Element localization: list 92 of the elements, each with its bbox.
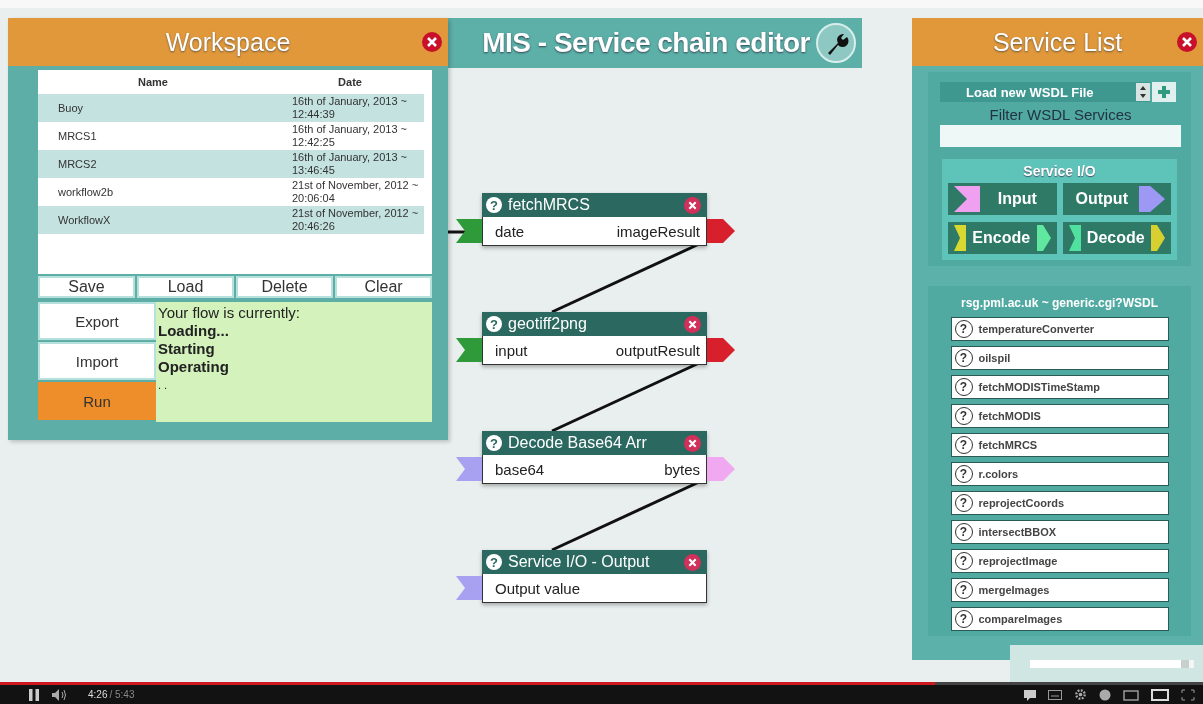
table-row[interactable]: MRCS2 16th of January, 2013 ~ 13:46:45 xyxy=(38,150,424,178)
total-time: / 5:43 xyxy=(109,689,135,700)
node-title: Service I/O - Output xyxy=(508,553,651,571)
input-name: input xyxy=(495,341,528,359)
input-port[interactable] xyxy=(456,457,482,481)
input-name: base64 xyxy=(495,460,545,478)
wrench-icon[interactable] xyxy=(816,23,856,63)
output-port[interactable] xyxy=(707,338,735,362)
workflow-name: MRCS2 xyxy=(57,158,98,170)
status-step: Starting xyxy=(158,340,432,358)
io-button[interactable]: Decode xyxy=(1062,222,1171,254)
help-icon[interactable]: ? xyxy=(486,316,502,332)
panel-title: Service List xyxy=(992,27,1123,57)
column-header: Name xyxy=(137,76,169,88)
service-item[interactable]: ? fetchMODISTimeStamp xyxy=(950,375,1169,399)
node-title: fetchMRCS xyxy=(508,196,591,214)
workflow-date: 16th of January, 2013 ~ 13:46:45 xyxy=(291,151,408,177)
workflow-date: 16th of January, 2013 ~ 12:42:25 xyxy=(291,123,408,149)
close-icon[interactable] xyxy=(684,434,701,452)
close-icon[interactable] xyxy=(684,553,701,571)
pause-icon[interactable] xyxy=(28,688,40,701)
input-port[interactable] xyxy=(456,219,482,243)
service-item[interactable]: ? temperatureConverter xyxy=(950,317,1169,341)
volume-icon[interactable] xyxy=(52,688,68,701)
status-heading: Your flow is currently: xyxy=(158,304,301,322)
output-name: imageResult xyxy=(616,222,700,240)
node-title: Decode Base64 Arr xyxy=(508,434,648,452)
table-row[interactable]: workflow2b 21st of November, 2012 ~ 20:06:04 xyxy=(38,178,424,206)
app-title: MIS - Service chain editor xyxy=(482,27,810,59)
io-button[interactable]: Encode xyxy=(948,222,1057,254)
table-action-button[interactable]: Delete xyxy=(236,276,333,298)
input-port[interactable] xyxy=(456,338,482,362)
panel-title: Workspace xyxy=(165,27,291,57)
status-step: Operating xyxy=(158,358,432,376)
workflow-name: workflow2b xyxy=(57,186,115,198)
service-item[interactable]: ? r.colors xyxy=(950,462,1169,486)
input-port[interactable] xyxy=(456,576,482,600)
output-name: bytes xyxy=(664,460,700,478)
table-row[interactable]: MRCS1 16th of January, 2013 ~ 12:42:25 xyxy=(38,122,424,150)
help-icon[interactable]: ? xyxy=(486,197,502,213)
help-icon[interactable]: ? xyxy=(486,554,502,570)
status-step: Loading... xyxy=(158,322,432,340)
service-io-title: Service I/O xyxy=(1023,163,1096,179)
miniplayer-icon[interactable] xyxy=(1123,688,1139,701)
workflow-name: WorkflowX xyxy=(57,214,112,226)
table-action-button[interactable]: Save xyxy=(38,276,135,298)
service-item[interactable]: ? fetchMODIS xyxy=(950,404,1169,428)
table-action-button[interactable]: Clear xyxy=(335,276,432,298)
service-item[interactable]: ? fetchMRCS xyxy=(950,433,1169,457)
service-item[interactable]: ? oilspil xyxy=(950,346,1169,370)
workflow-date: 16th of January, 2013 ~ 12:44:39 xyxy=(291,95,408,121)
action-button[interactable]: Import xyxy=(38,342,156,380)
column-header: Date xyxy=(337,76,363,88)
table-row[interactable]: WorkflowX 21st of November, 2012 ~ 20:46:26 xyxy=(38,206,424,234)
wsdl-source: rsg.pml.ac.uk ~ generic.cgi?WSDL xyxy=(960,296,1159,310)
settings-icon[interactable] xyxy=(1074,688,1087,701)
io-button[interactable]: Output xyxy=(1062,183,1171,215)
workflow-name: Buoy xyxy=(57,102,85,114)
help-icon[interactable]: ? xyxy=(486,435,502,451)
output-name: outputResult xyxy=(615,341,700,359)
table-action-button[interactable]: Load xyxy=(137,276,234,298)
close-icon[interactable] xyxy=(1177,32,1197,52)
input-name: Output value xyxy=(495,579,581,597)
service-item[interactable]: ? mergeImages xyxy=(950,578,1169,602)
workflow-name: MRCS1 xyxy=(57,130,98,142)
node-title: geotiff2png xyxy=(508,315,588,333)
run-button[interactable]: Run xyxy=(38,382,156,420)
table-row[interactable]: Buoy 16th of January, 2013 ~ 12:44:39 xyxy=(38,94,424,122)
subtitles-icon[interactable] xyxy=(1048,688,1062,701)
captions-icon[interactable] xyxy=(1024,688,1036,701)
close-icon[interactable] xyxy=(684,315,701,333)
filter-label: Filter WSDL Services xyxy=(988,106,1133,123)
fullscreen-icon[interactable] xyxy=(1181,688,1195,701)
theater-icon[interactable] xyxy=(1151,688,1169,701)
action-button[interactable]: Export xyxy=(38,302,156,340)
service-item[interactable]: ? reprojectImage xyxy=(950,549,1169,573)
info-icon[interactable] xyxy=(1099,688,1111,701)
close-icon[interactable] xyxy=(684,196,701,214)
close-icon[interactable] xyxy=(422,32,442,52)
workflow-date: 21st of November, 2012 ~ 20:46:26 xyxy=(291,207,420,233)
status-ellipsis: . . xyxy=(158,378,169,393)
workflow-date: 21st of November, 2012 ~ 20:06:04 xyxy=(291,179,420,205)
input-name: date xyxy=(495,222,525,240)
zoom-slider[interactable] xyxy=(1030,659,1194,668)
service-item[interactable]: ? intersectBBOX xyxy=(950,520,1169,544)
service-item[interactable]: ? reprojectCoords xyxy=(950,491,1169,515)
service-item[interactable]: ? compareImages xyxy=(950,607,1169,631)
current-time: 4:26 xyxy=(88,689,108,700)
updown-arrows-icon[interactable] xyxy=(1136,83,1150,101)
output-port[interactable] xyxy=(707,219,735,243)
io-button[interactable]: Input xyxy=(948,183,1057,215)
filter-field[interactable] xyxy=(940,125,1181,147)
